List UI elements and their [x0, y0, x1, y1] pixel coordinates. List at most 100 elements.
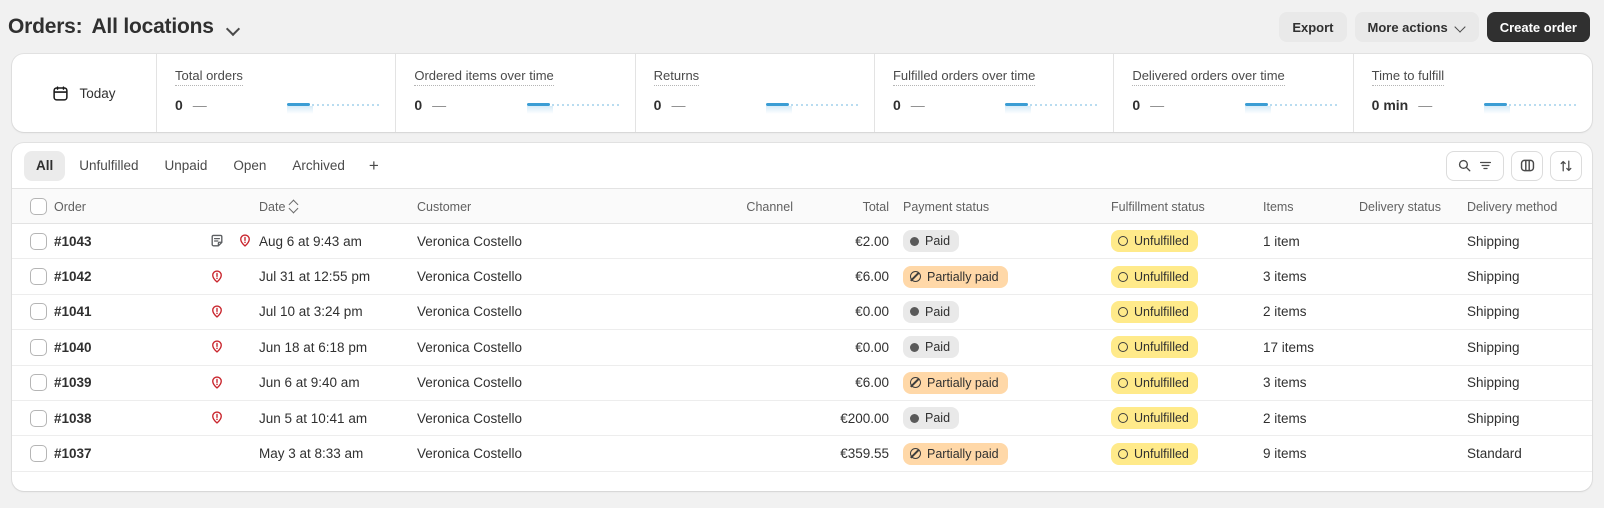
cell-delivery-status	[1359, 435, 1467, 472]
table-row[interactable]: #1040 Jun 18 at 6:18 pm Veronica Costello €…	[12, 329, 1592, 366]
table-row[interactable]: #1043 Aug 6 at 9:43 am Veronica Costello €2…	[12, 223, 1592, 260]
partially-paid-icon	[910, 271, 921, 283]
payment-status-badge: Paid	[903, 300, 960, 323]
unfulfilled-ring-icon	[1118, 377, 1128, 388]
cell-order[interactable]: #1041	[54, 294, 209, 331]
row-checkbox[interactable]	[30, 303, 47, 321]
edit-columns-button[interactable]	[1511, 150, 1543, 181]
cell-total: €359.55	[793, 435, 889, 472]
paid-dot-icon	[910, 342, 919, 352]
table-head: Order Date Customer Channel Total Paymen…	[12, 189, 1592, 224]
row-checkbox[interactable]	[30, 374, 47, 392]
metric-card[interactable]: Ordered items over time 0—	[396, 54, 636, 132]
row-select-cell	[12, 258, 54, 295]
fulfillment-status-label: Unfulfilled	[1134, 269, 1189, 284]
cell-flags	[209, 400, 259, 437]
row-flag-icons	[209, 375, 259, 391]
row-select-cell	[12, 294, 54, 331]
column-header-delivery-status[interactable]: Delivery status	[1359, 189, 1467, 224]
tab-all[interactable]: All	[24, 150, 66, 181]
tab-unpaid[interactable]: Unpaid	[153, 151, 220, 181]
metric-card[interactable]: Time to fulfill 0 min —	[1354, 54, 1592, 132]
table-row[interactable]: #1041 Jul 10 at 3:24 pm Veronica Costello €…	[12, 294, 1592, 331]
cell-date: May 3 at 8:33 am	[259, 435, 417, 472]
column-header-delivery-method[interactable]: Delivery method	[1467, 189, 1592, 224]
table-row[interactable]: #1038 Jun 5 at 10:41 am Veronica Costello €…	[12, 400, 1592, 437]
metric-label: Time to fulfill	[1371, 68, 1445, 86]
cell-order[interactable]: #1040	[54, 329, 209, 366]
calendar-icon	[53, 85, 69, 101]
tab-unfulfilled[interactable]: Unfulfilled	[67, 151, 150, 181]
cell-order[interactable]: #1039	[54, 365, 209, 401]
column-header-date[interactable]: Date	[259, 189, 417, 224]
cell-total: €200.00	[793, 400, 889, 437]
page-title-prefix: Orders:	[8, 15, 83, 38]
metric-card[interactable]: Returns 0—	[636, 54, 875, 132]
cell-payment-status: Paid	[889, 294, 1111, 331]
metric-label: Returns	[653, 68, 700, 86]
sort-button[interactable]	[1550, 150, 1582, 181]
search-and-filter-button[interactable]	[1446, 150, 1504, 181]
date-range-today[interactable]: Today	[12, 54, 157, 132]
cell-total: €6.00	[793, 365, 889, 401]
metric-card[interactable]: Fulfilled orders over time 0—	[875, 54, 1115, 132]
row-checkbox[interactable]	[30, 338, 47, 356]
fulfillment-status-badge: Unfulfilled	[1111, 336, 1198, 359]
metric-sparkline	[287, 98, 380, 114]
row-flag-icons	[209, 269, 259, 285]
row-checkbox[interactable]	[30, 409, 47, 427]
metric-label: Fulfilled orders over time	[892, 68, 1036, 86]
tab-archived[interactable]: Archived	[280, 151, 357, 181]
chevron-down-icon[interactable]	[227, 22, 240, 35]
metrics-panel: Today Total orders 0— Ordered items over t…	[12, 54, 1592, 132]
create-order-button[interactable]: Create order	[1486, 12, 1590, 42]
more-actions-button[interactable]: More actions	[1354, 12, 1479, 42]
column-header-payment-status[interactable]: Payment status	[889, 189, 1111, 224]
order-number: #1042	[54, 269, 92, 285]
export-button[interactable]: Export	[1279, 12, 1347, 42]
cell-payment-status: Paid	[889, 329, 1111, 366]
cell-order[interactable]: #1038	[54, 400, 209, 437]
row-checkbox[interactable]	[30, 445, 47, 463]
tab-open[interactable]: Open	[221, 151, 278, 181]
add-view-button[interactable]: +	[359, 151, 389, 181]
risk-pin-icon	[212, 411, 222, 424]
columns-icon	[1520, 159, 1534, 172]
sort-caret-icon[interactable]	[289, 201, 298, 213]
paid-dot-icon	[910, 413, 919, 423]
metric-sparkline	[1244, 98, 1337, 114]
cell-order[interactable]: #1043	[54, 223, 209, 260]
row-checkbox[interactable]	[30, 268, 47, 286]
column-header-total[interactable]: Total	[793, 189, 889, 224]
column-header-items[interactable]: Items	[1263, 189, 1359, 224]
cell-customer: Veronica Costello	[417, 223, 665, 260]
metric-label: Delivered orders over time	[1132, 68, 1285, 86]
cell-channel	[665, 400, 793, 437]
row-checkbox[interactable]	[30, 232, 47, 250]
cell-flags	[209, 294, 259, 331]
unfulfilled-ring-icon	[1118, 236, 1128, 247]
column-header-channel[interactable]: Channel	[665, 189, 793, 224]
cell-channel	[665, 223, 793, 260]
select-all-checkbox[interactable]	[30, 198, 47, 215]
cell-delivery-status	[1359, 365, 1467, 401]
column-header-customer[interactable]: Customer	[417, 189, 665, 224]
cell-order[interactable]: #1037	[54, 435, 209, 472]
metric-card[interactable]: Total orders 0—	[157, 54, 397, 132]
cell-order[interactable]: #1042	[54, 258, 209, 295]
cell-delivery-method: Standard	[1467, 435, 1592, 472]
tab-list: All Unfulfilled Unpaid Open Archived	[24, 150, 359, 181]
row-select-cell	[12, 400, 54, 437]
metric-card[interactable]: Delivered orders over time 0—	[1114, 54, 1354, 132]
page-header: Orders: All locations Export More action…	[0, 0, 1604, 54]
table-row[interactable]: #1042 Jul 31 at 12:55 pm Veronica Costello…	[12, 258, 1592, 295]
column-header-order[interactable]: Order	[54, 189, 209, 224]
cell-customer: Veronica Costello	[417, 435, 665, 472]
metric-delta: —	[192, 97, 207, 113]
table-row[interactable]: #1039 Jun 6 at 9:40 am Veronica Costello €6…	[12, 365, 1592, 401]
cell-items: 9 items	[1263, 435, 1359, 472]
cell-items: 1 item	[1263, 223, 1359, 260]
table-row[interactable]: #1037 May 3 at 8:33 am Veronica Costello €3…	[12, 435, 1592, 472]
metric-row: 0 min —	[1372, 97, 1592, 114]
column-header-fulfillment-status[interactable]: Fulfillment status	[1111, 189, 1263, 224]
